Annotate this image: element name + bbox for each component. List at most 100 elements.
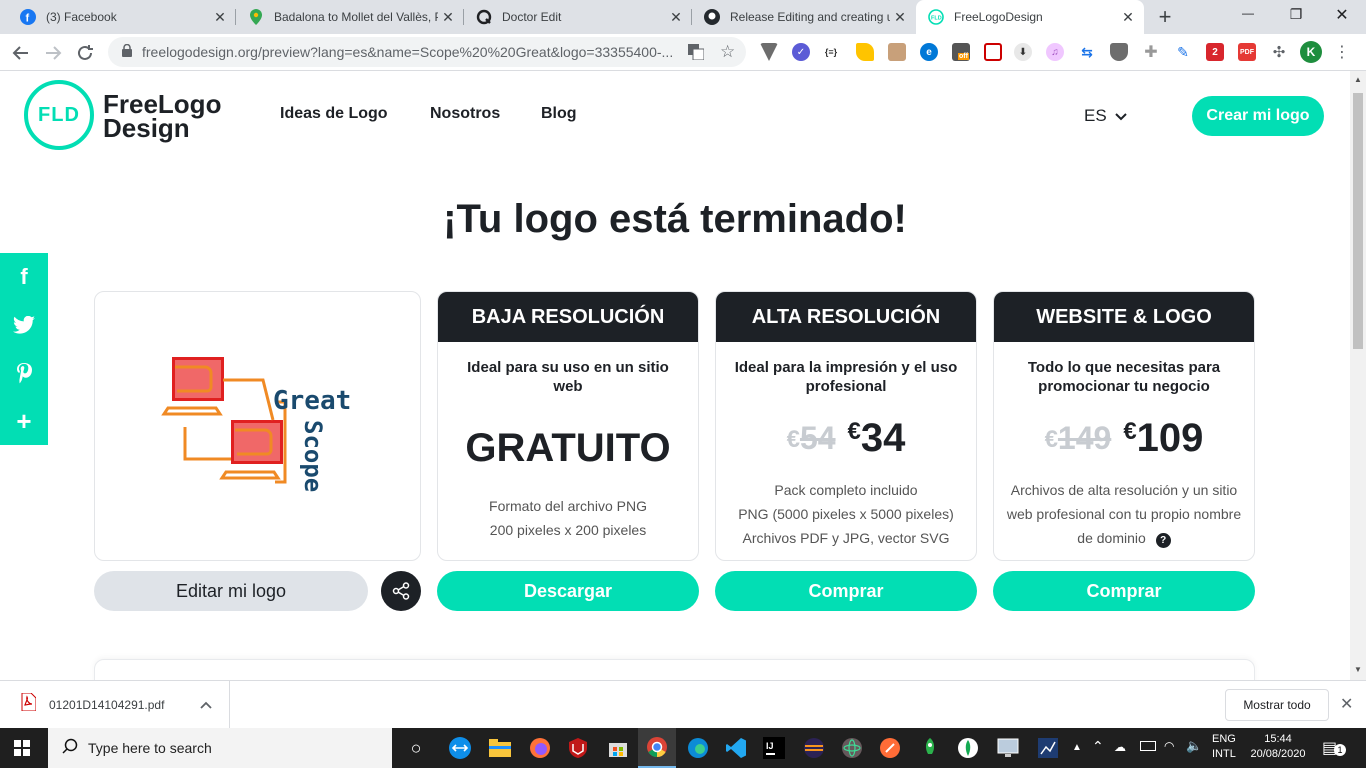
task-view-icon[interactable]: ○ bbox=[400, 732, 432, 764]
show-all-downloads-button[interactable]: Mostrar todo bbox=[1225, 689, 1329, 721]
extension-off-icon[interactable]: off bbox=[952, 43, 970, 61]
edge-icon[interactable] bbox=[682, 732, 714, 764]
facebook-share-icon[interactable]: f bbox=[0, 253, 48, 301]
tab-close-icon[interactable]: ✕ bbox=[210, 9, 230, 26]
input-language-indicator[interactable]: ENG INTL bbox=[1212, 732, 1236, 762]
plan-detail-line: Formato del archivo PNG bbox=[489, 498, 647, 514]
share-icon[interactable] bbox=[381, 571, 421, 611]
bookmark-star-icon[interactable]: ☆ bbox=[720, 42, 735, 62]
language-selector[interactable]: ES bbox=[1084, 106, 1127, 126]
help-icon[interactable]: ? bbox=[1155, 533, 1171, 548]
wifi-icon[interactable]: ◠ bbox=[1164, 739, 1174, 753]
teamviewer-icon[interactable] bbox=[444, 732, 476, 764]
extension-shield-icon[interactable] bbox=[1110, 43, 1128, 61]
tab-freelogodesign[interactable]: FLD FreeLogoDesign ✕ bbox=[916, 0, 1144, 34]
buy-high-res-button[interactable]: Comprar bbox=[715, 571, 977, 611]
svg-text:FLD: FLD bbox=[931, 16, 942, 22]
windows-start-icon[interactable] bbox=[6, 732, 38, 764]
chrome-taskbar-icon[interactable] bbox=[638, 728, 676, 768]
notifications-icon[interactable]: ▤ 1 bbox=[1322, 738, 1346, 758]
browser-toolbar: freelogodesign.org/preview?lang=es&name=… bbox=[0, 34, 1366, 71]
nav-ideas-de-logo[interactable]: Ideas de Logo bbox=[280, 105, 388, 123]
site-logo-text[interactable]: FreeLogo Design bbox=[103, 91, 221, 141]
tab-facebook[interactable]: f (3) Facebook ✕ bbox=[8, 0, 236, 34]
profile-avatar[interactable]: K bbox=[1300, 41, 1322, 63]
extension-edge-icon[interactable]: e bbox=[920, 43, 938, 61]
plan-price-value: 109 bbox=[1136, 416, 1204, 460]
new-tab-button[interactable]: + bbox=[1152, 4, 1178, 30]
tab-close-icon[interactable]: ✕ bbox=[1118, 9, 1138, 26]
rocket-app-icon[interactable] bbox=[914, 732, 946, 764]
extension-firebase-icon[interactable] bbox=[856, 43, 874, 61]
postman-icon[interactable] bbox=[874, 732, 906, 764]
scrollbar-thumb[interactable] bbox=[1353, 93, 1363, 349]
vscode-icon[interactable] bbox=[720, 732, 752, 764]
buy-website-button[interactable]: Comprar bbox=[993, 571, 1255, 611]
extension-plus-icon[interactable]: ✚ bbox=[1142, 43, 1160, 61]
system-tray-chevron-icon[interactable]: ⌃ bbox=[1092, 738, 1104, 755]
volume-icon[interactable]: 🔈 bbox=[1186, 738, 1202, 754]
extension-pen-icon[interactable]: ✎ bbox=[1174, 43, 1192, 61]
taskbar-search-box[interactable]: Type here to search bbox=[48, 728, 392, 768]
download-arrow-icon[interactable]: ⬇ bbox=[1014, 43, 1032, 61]
atom-icon[interactable] bbox=[836, 732, 868, 764]
store-icon[interactable] bbox=[602, 732, 634, 764]
plan-details: Pack completo incluido PNG (5000 pixeles… bbox=[716, 478, 976, 550]
extension-vivaldi-icon[interactable] bbox=[760, 43, 778, 61]
tab-close-icon[interactable]: ✕ bbox=[890, 9, 910, 26]
nav-blog[interactable]: Blog bbox=[541, 105, 577, 123]
more-share-icon[interactable]: + bbox=[0, 397, 48, 445]
maximize-button[interactable]: ❐ bbox=[1284, 6, 1308, 23]
tab-close-icon[interactable]: ✕ bbox=[438, 9, 458, 26]
extension-calendar-icon[interactable] bbox=[984, 43, 1002, 61]
extension-json-icon[interactable]: {≡} bbox=[822, 43, 840, 61]
address-bar[interactable]: freelogodesign.org/preview?lang=es&name=… bbox=[108, 37, 746, 67]
extension-music-icon[interactable]: ♫ bbox=[1046, 43, 1064, 61]
pinterest-share-icon[interactable] bbox=[0, 349, 48, 397]
taskbar-scroll-up-icon[interactable]: ▲ bbox=[1072, 742, 1082, 753]
twitter-share-icon[interactable] bbox=[0, 301, 48, 349]
intellij-icon[interactable]: IJ bbox=[758, 732, 790, 764]
tab-maps[interactable]: Badalona to Mollet del Vallès, P ✕ bbox=[236, 0, 464, 34]
eclipse-icon[interactable] bbox=[798, 732, 830, 764]
extension-pdf-icon[interactable]: PDF bbox=[1238, 43, 1256, 61]
minimize-button[interactable]: — bbox=[1236, 6, 1260, 20]
download-item[interactable]: 01201D14104291.pdf bbox=[12, 681, 230, 728]
chevron-up-icon[interactable] bbox=[200, 696, 213, 714]
site-logo-mark[interactable]: FLD bbox=[24, 80, 94, 150]
svg-text:f: f bbox=[26, 13, 30, 25]
extension-two-icon[interactable]: 2 bbox=[1206, 43, 1224, 61]
reload-icon[interactable] bbox=[74, 42, 96, 64]
extension-check-icon[interactable]: ✓ bbox=[792, 43, 810, 61]
tab-github[interactable]: Release Editing and creating us ✕ bbox=[692, 0, 916, 34]
forward-icon[interactable] bbox=[42, 42, 64, 64]
remote-desktop-icon[interactable] bbox=[992, 732, 1024, 764]
mcafee-icon[interactable] bbox=[562, 732, 594, 764]
extension-face-icon[interactable] bbox=[888, 43, 906, 61]
extension-sync-icon[interactable]: ⇆ bbox=[1078, 43, 1096, 61]
firefox-icon[interactable] bbox=[524, 732, 556, 764]
tab-label: Badalona to Mollet del Vallès, P bbox=[274, 10, 438, 24]
back-icon[interactable] bbox=[10, 42, 32, 64]
tab-doctor-edit[interactable]: Doctor Edit ✕ bbox=[464, 0, 692, 34]
lock-icon bbox=[122, 43, 132, 60]
download-button[interactable]: Descargar bbox=[437, 571, 699, 611]
taskbar-clock[interactable]: 15:44 20/08/2020 bbox=[1248, 732, 1308, 762]
tab-close-icon[interactable]: ✕ bbox=[666, 9, 686, 26]
create-logo-button[interactable]: Crear mi logo bbox=[1192, 96, 1324, 136]
mongodb-icon[interactable] bbox=[952, 732, 984, 764]
nav-nosotros[interactable]: Nosotros bbox=[430, 105, 500, 123]
translate-icon[interactable] bbox=[688, 44, 705, 63]
scroll-down-icon[interactable]: ▼ bbox=[1354, 665, 1362, 674]
close-download-bar-icon[interactable]: ✕ bbox=[1340, 694, 1353, 714]
cloud-off-icon[interactable]: ☁ bbox=[1114, 740, 1126, 754]
file-explorer-icon[interactable] bbox=[484, 732, 516, 764]
network-tool-icon[interactable] bbox=[1032, 732, 1064, 764]
browser-menu-icon[interactable]: ⋮ bbox=[1334, 42, 1350, 62]
window-close-button[interactable]: ✕ bbox=[1330, 5, 1354, 25]
battery-icon[interactable] bbox=[1140, 741, 1156, 751]
scroll-up-icon[interactable]: ▲ bbox=[1354, 75, 1362, 84]
page-scrollbar[interactable]: ▲ ▼ bbox=[1350, 71, 1366, 680]
edit-logo-button[interactable]: Editar mi logo bbox=[94, 571, 368, 611]
extensions-puzzle-icon[interactable]: ✣ bbox=[1270, 43, 1288, 61]
